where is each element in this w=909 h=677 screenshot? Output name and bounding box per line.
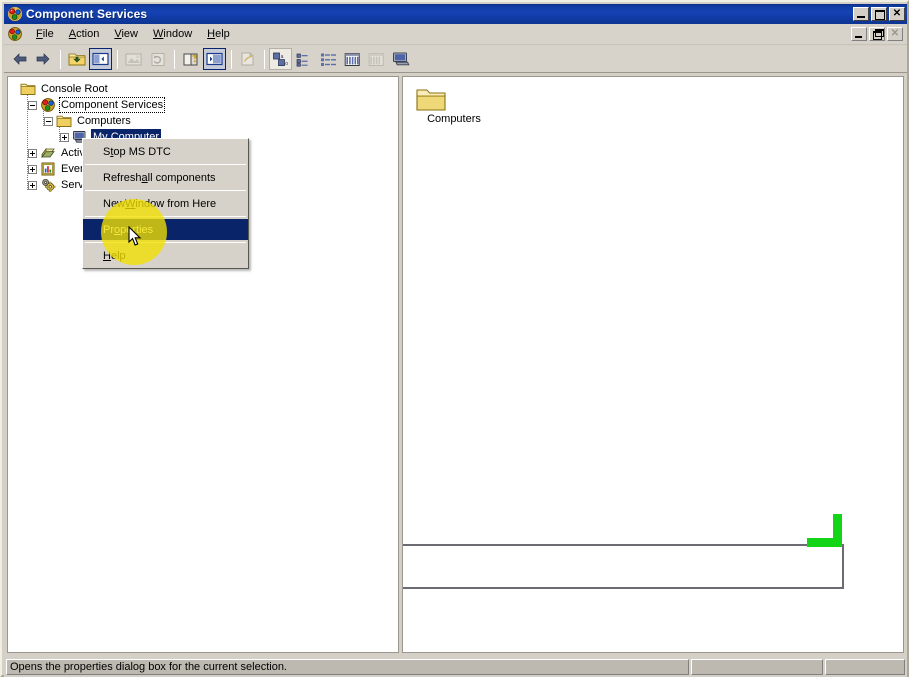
tree-item-console-root[interactable]: Console Root — [14, 81, 398, 97]
toolbar-separator — [60, 49, 61, 69]
details-view-button[interactable] — [341, 48, 364, 70]
component-services-icon — [40, 97, 56, 113]
minimize-button[interactable] — [853, 7, 869, 21]
mdi-child-icon[interactable] — [7, 26, 23, 42]
expand-expander-icon[interactable] — [28, 180, 37, 190]
menu-item-window[interactable]: Window — [146, 25, 200, 43]
context-menu-item-properties[interactable]: Pr o perties — [83, 219, 248, 240]
expand-expander-icon[interactable] — [28, 164, 37, 174]
tree-item-label: Console Root — [41, 83, 108, 95]
folder-open-icon — [20, 81, 36, 97]
mdi-window-controls: ✕ — [851, 27, 903, 41]
maximize-button[interactable] — [871, 7, 887, 21]
export-list-button — [122, 48, 145, 70]
component-services-window: Component Services ✕ File Action View Wi… — [0, 0, 909, 677]
context-menu: St op MS DTC Refresh a ll components New W… — [82, 138, 249, 269]
filter-view-button — [365, 48, 388, 70]
window-controls: ✕ — [853, 7, 905, 21]
svg-text:a: a — [281, 54, 284, 60]
tree-item-label: Component Services — [59, 97, 166, 113]
status-bar-panel-right — [825, 659, 905, 675]
status-bar: Opens the properties dialog box for the … — [4, 658, 907, 677]
mdi-minimize-button[interactable] — [851, 27, 867, 41]
list-item[interactable]: Computers — [415, 85, 493, 125]
services-icon — [40, 177, 56, 193]
tree-item-label: Computers — [77, 115, 131, 127]
toolbar: a o — [4, 46, 907, 73]
context-menu-separator — [85, 190, 246, 191]
menu-item-view[interactable]: View — [107, 25, 146, 43]
folder-icon — [56, 113, 72, 129]
context-menu-item-new-window-from-here[interactable]: New Window from Here — [83, 193, 248, 214]
toolbar-separator — [117, 49, 118, 69]
back-button[interactable] — [8, 48, 31, 70]
context-menu-separator — [85, 242, 246, 243]
mdi-restore-button[interactable] — [869, 27, 885, 41]
new-window-from-here-button — [236, 48, 259, 70]
menu-bar: File Action View Window Help ✕ — [4, 24, 907, 45]
context-menu-item-refresh-all-components[interactable]: Refresh a ll components — [83, 167, 248, 188]
toolbar-separator — [231, 49, 232, 69]
collapse-expander-icon[interactable] — [44, 116, 53, 126]
component-services-icon[interactable] — [7, 6, 23, 22]
render-artifact-green-vertical — [833, 514, 842, 547]
status-bar-message: Opens the properties dialog box for the … — [6, 659, 689, 675]
menu-item-help[interactable]: Help — [200, 25, 238, 43]
small-icons-button[interactable] — [293, 48, 316, 70]
folder-icon — [415, 85, 493, 113]
expand-expander-icon[interactable] — [60, 132, 69, 142]
show-hide-console-tree-button[interactable] — [89, 48, 112, 70]
title-bar[interactable]: Component Services ✕ — [4, 4, 907, 24]
list-view-button[interactable] — [317, 48, 340, 70]
mdi-close-button[interactable]: ✕ — [887, 27, 903, 41]
status-bar-panel-middle — [691, 659, 823, 675]
results-list-pane[interactable]: Computers — [402, 76, 904, 653]
context-menu-separator — [85, 164, 246, 165]
toolbar-separator — [174, 49, 175, 69]
tree-item-computers[interactable]: Computers — [14, 113, 398, 129]
up-one-level-button[interactable] — [65, 48, 88, 70]
collapse-expander-icon[interactable] — [28, 100, 37, 110]
menu-item-action[interactable]: Action — [62, 25, 108, 43]
svg-text:o: o — [285, 61, 288, 67]
my-computer-button[interactable] — [389, 48, 412, 70]
help-book-button[interactable] — [179, 48, 202, 70]
menu-item-file[interactable]: File — [29, 25, 62, 43]
context-menu-separator — [85, 216, 246, 217]
show-hide-tree-2-button[interactable] — [203, 48, 226, 70]
forward-button[interactable] — [32, 48, 55, 70]
context-menu-item-stop-ms-dtc[interactable]: St op MS DTC — [83, 141, 248, 162]
window-title: Component Services — [26, 7, 148, 21]
context-menu-item-help[interactable]: Help — [83, 245, 248, 266]
toolbar-separator — [264, 49, 265, 69]
list-item-label: Computers — [427, 113, 481, 125]
large-icons-button[interactable]: a o — [269, 48, 292, 70]
expand-expander-icon[interactable] — [28, 148, 37, 158]
close-button[interactable]: ✕ — [889, 7, 905, 21]
render-artifact-rectangle — [403, 544, 844, 589]
event-viewer-icon — [40, 161, 56, 177]
active-directory-icon — [40, 145, 56, 161]
refresh-button — [146, 48, 169, 70]
tree-item-component-services[interactable]: Component Services — [14, 97, 398, 113]
